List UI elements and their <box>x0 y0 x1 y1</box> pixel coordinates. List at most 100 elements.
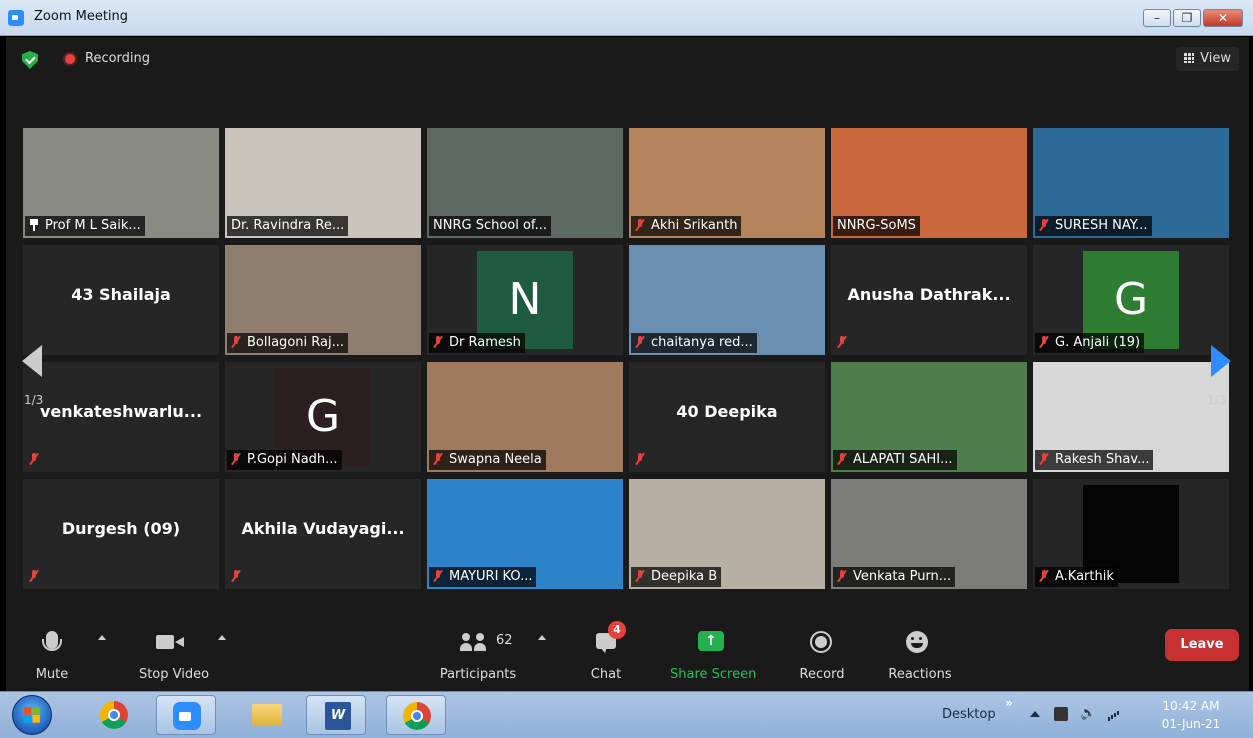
participant-name: Prof M L Saik... <box>45 218 141 233</box>
participant-name-label: MAYURI KO... <box>429 567 537 587</box>
toolbar-chevron-icon[interactable]: » <box>1005 696 1013 710</box>
participant-tile[interactable]: SURESH NAY... <box>1033 128 1229 238</box>
participant-tile[interactable]: G P.Gopi Nadh... <box>225 362 421 472</box>
previous-page-button[interactable]: 1/3 <box>14 311 44 421</box>
participant-tile[interactable]: NNRG School of... <box>427 128 623 238</box>
participant-name: Akhi Srikanth <box>651 218 738 233</box>
view-label: View <box>1200 51 1231 66</box>
muted-microphone-icon <box>231 336 241 348</box>
participant-name-label <box>25 567 49 587</box>
participant-name: chaitanya red... <box>651 335 753 350</box>
taskbar-zoom[interactable] <box>156 695 216 735</box>
participant-tile[interactable]: Swapna Neela <box>427 362 623 472</box>
stop-video-button[interactable]: Stop Video <box>134 623 226 691</box>
participant-tile[interactable]: Prof M L Saik... <box>23 128 219 238</box>
participant-name-display: Anusha Dathrak... <box>847 285 1011 304</box>
muted-microphone-icon <box>635 336 645 348</box>
participant-name-display: venkateshwarlu... <box>39 402 203 421</box>
clock-time: 10:42 AM <box>1162 699 1220 713</box>
next-page-button[interactable]: 1/3 <box>1207 311 1237 421</box>
participant-name-display: Durgesh (09) <box>61 519 181 538</box>
record-button[interactable]: Record <box>796 623 848 691</box>
system-clock[interactable]: 10:42 AM 01-Jun-21 <box>1150 697 1232 733</box>
participant-name-label: chaitanya red... <box>631 333 757 353</box>
restore-button[interactable]: ❐ <box>1173 9 1201 27</box>
participant-tile[interactable]: NNRG-SoMS <box>831 128 1027 238</box>
participant-name-label: Venkata Purn... <box>833 567 956 587</box>
participant-tile[interactable]: Bollagoni Raj... <box>225 245 421 355</box>
muted-microphone-icon <box>837 570 847 582</box>
zoom-app-icon <box>8 10 24 26</box>
taskbar-chrome[interactable] <box>386 695 446 735</box>
mute-options-caret[interactable] <box>98 635 106 640</box>
participant-name-label <box>833 333 857 353</box>
signal-strength-icon[interactable] <box>1106 707 1120 721</box>
record-label: Record <box>799 667 845 682</box>
participant-grid: Prof M L Saik... Dr. Ravindra Re... NNRG S… <box>23 128 1235 598</box>
security-shield-icon[interactable] <box>22 51 38 69</box>
right-arrow-icon <box>1211 345 1231 377</box>
muted-microphone-icon <box>231 570 241 582</box>
participants-options-caret[interactable] <box>538 635 546 640</box>
view-button[interactable]: View <box>1176 47 1239 71</box>
smiley-reaction-icon <box>906 631 928 653</box>
left-arrow-icon <box>22 345 42 377</box>
desktop-toolbar-label[interactable]: Desktop <box>942 707 996 722</box>
pin-icon <box>29 219 39 231</box>
taskbar-file-explorer[interactable] <box>236 695 296 735</box>
participant-name-label: Akhi Srikanth <box>631 216 742 236</box>
participant-name: Dr. Ravindra Re... <box>231 218 345 233</box>
participant-tile[interactable]: Rakesh Shav... <box>1033 362 1229 472</box>
participants-count: 62 <box>496 633 513 648</box>
participant-tile[interactable]: A.Karthik <box>1033 479 1229 589</box>
share-screen-icon: ↑ <box>698 631 724 651</box>
window-controls: – ❐ ✕ <box>1143 9 1243 27</box>
participants-icon <box>460 633 490 651</box>
chat-button[interactable]: 4 Chat <box>582 621 630 691</box>
participant-tile[interactable]: G G. Anjali (19) <box>1033 245 1229 355</box>
participant-name: A.Karthik <box>1055 569 1114 584</box>
participant-tile[interactable]: 40 Deepika <box>629 362 825 472</box>
taskbar-chrome-pinned[interactable] <box>84 695 144 735</box>
participant-name-label: Swapna Neela <box>429 450 546 470</box>
participant-name-label: A.Karthik <box>1035 567 1118 587</box>
participants-label: Participants <box>439 667 517 682</box>
muted-microphone-icon <box>231 453 241 465</box>
network-device-icon[interactable] <box>1054 707 1068 721</box>
participant-tile[interactable]: Akhi Srikanth <box>629 128 825 238</box>
participant-tile[interactable]: Dr. Ravindra Re... <box>225 128 421 238</box>
stop-video-label: Stop Video <box>138 667 210 682</box>
participant-name-label: Prof M L Saik... <box>25 216 145 236</box>
participant-name: Venkata Purn... <box>853 569 952 584</box>
participant-tile[interactable]: ALAPATI SAHI... <box>831 362 1027 472</box>
microphone-icon <box>42 631 62 651</box>
close-button[interactable]: ✕ <box>1203 9 1243 27</box>
participant-tile[interactable]: Deepika B <box>629 479 825 589</box>
taskbar-word[interactable]: W <box>306 695 366 735</box>
participants-button[interactable]: 62 Participants <box>438 623 546 691</box>
show-hidden-icons-icon[interactable] <box>1030 711 1040 717</box>
reactions-button[interactable]: Reactions <box>886 623 954 691</box>
window-title-bar: Zoom Meeting – ❐ ✕ <box>0 0 1253 36</box>
participant-tile[interactable]: N Dr Ramesh <box>427 245 623 355</box>
mute-button[interactable]: Mute <box>32 623 106 691</box>
video-options-caret[interactable] <box>218 635 226 640</box>
participant-tile[interactable]: Durgesh (09) <box>23 479 219 589</box>
participant-tile[interactable]: 43 Shailaja <box>23 245 219 355</box>
participant-tile[interactable]: Anusha Dathrak... <box>831 245 1027 355</box>
recording-icon[interactable] <box>63 52 77 66</box>
volume-icon[interactable]: 🔈 <box>1080 707 1096 721</box>
participant-tile[interactable]: Akhila Vudayagi... <box>225 479 421 589</box>
participant-tile[interactable]: MAYURI KO... <box>427 479 623 589</box>
participant-name-label: SURESH NAY... <box>1035 216 1152 236</box>
share-screen-button[interactable]: ↑ Share Screen <box>670 623 756 691</box>
participant-tile[interactable]: chaitanya red... <box>629 245 825 355</box>
chrome-icon <box>403 702 431 730</box>
participant-tile[interactable]: venkateshwarlu... <box>23 362 219 472</box>
leave-button[interactable]: Leave <box>1165 629 1239 661</box>
clock-date: 01-Jun-21 <box>1161 717 1221 731</box>
participant-name: Bollagoni Raj... <box>247 335 344 350</box>
minimize-button[interactable]: – <box>1143 9 1171 27</box>
participant-tile[interactable]: Venkata Purn... <box>831 479 1027 589</box>
start-button-windows-icon[interactable] <box>12 695 52 735</box>
